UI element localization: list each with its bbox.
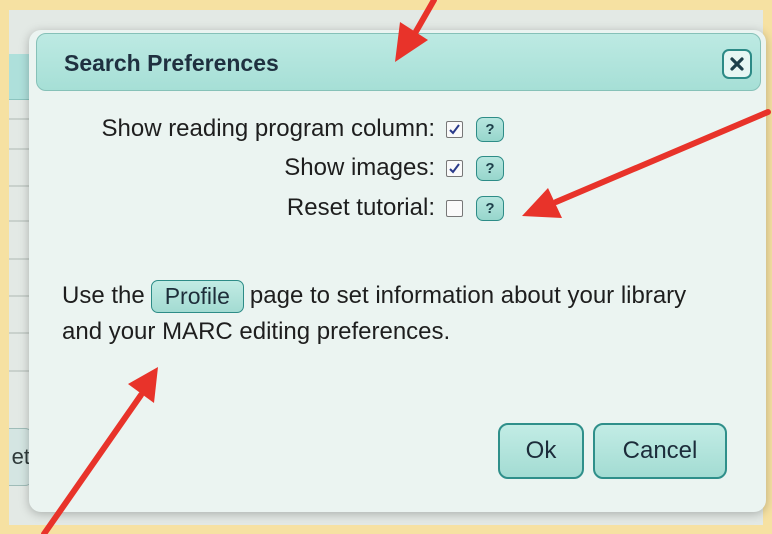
preferences-list: Show reading program column: ? Show imag… [29, 30, 504, 230]
cancel-button[interactable]: Cancel [593, 423, 727, 479]
checkbox-show-images[interactable] [446, 159, 463, 177]
close-icon [730, 57, 744, 71]
pref-row-show-images: Show images: ? [284, 151, 504, 185]
checkmark-icon [449, 162, 460, 174]
pref-label-reading-program: Show reading program column: [101, 115, 435, 142]
checkmark-icon [449, 123, 460, 135]
info-text-before: Use the [62, 282, 145, 309]
pref-label-show-images: Show images: [284, 154, 435, 181]
pref-row-reset-tutorial: Reset tutorial: ? [287, 191, 504, 225]
pref-row-reading-program: Show reading program column: ? [101, 112, 504, 146]
profile-info-text: Use the Profile page to set information ab… [62, 278, 722, 350]
profile-button[interactable]: Profile [150, 280, 244, 314]
close-button[interactable] [722, 49, 752, 79]
search-preferences-dialog: Search Preferences Show reading program … [29, 30, 766, 512]
help-button-reset-tutorial[interactable]: ? [476, 195, 504, 221]
pref-label-reset-tutorial: Reset tutorial: [286, 194, 435, 221]
ok-button[interactable]: Ok [498, 423, 584, 479]
checkbox-reading-program[interactable] [446, 120, 463, 138]
help-button-show-images[interactable]: ? [476, 155, 504, 181]
checkbox-reset-tutorial[interactable] [446, 199, 463, 217]
help-button-reading-program[interactable]: ? [476, 116, 504, 142]
